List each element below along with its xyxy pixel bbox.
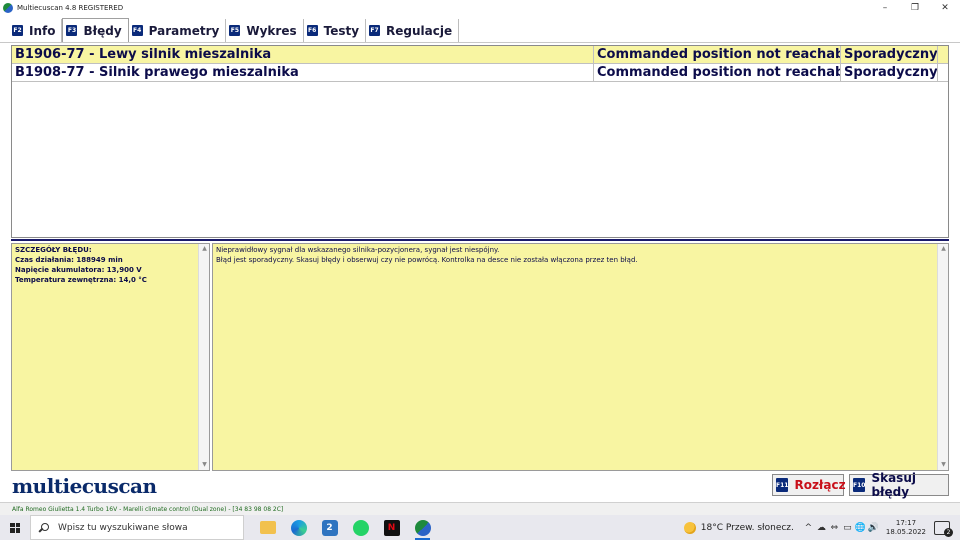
tab-tests[interactable]: F6 Testy: [303, 19, 367, 42]
multiecuscan-app-icon: [3, 3, 13, 13]
taskbar-search[interactable]: Wpisz tu wyszukiwane słowa: [30, 515, 244, 540]
fault-description: Commanded position not reachable: [594, 64, 841, 81]
file-explorer-icon: [259, 521, 276, 534]
detail-outside-temperature: Temperatura zewnętrzna: 14,0 °C: [15, 276, 147, 284]
search-icon: [39, 522, 49, 533]
explanation-line: Błąd jest sporadyczny. Skasuj błędy i ob…: [216, 256, 638, 264]
clock[interactable]: 17:17 18.05.2022: [886, 519, 926, 537]
taskbar-multiecuscan[interactable]: [407, 515, 438, 540]
f3-key-icon: F3: [66, 25, 78, 36]
restore-button[interactable]: ❐: [900, 0, 930, 16]
title-bar: Multiecuscan 4.8 REGISTERED – ❐ ✕: [0, 0, 960, 16]
scroll-up-icon[interactable]: ▲: [199, 244, 210, 254]
scroll-down-icon[interactable]: ▼: [199, 460, 210, 470]
taskbar-app[interactable]: 2: [314, 515, 345, 540]
tab-adjustments[interactable]: F7 Regulacje: [366, 19, 460, 42]
fault-list: B1906-77 - Lewy silnik mieszalnika Comma…: [11, 45, 949, 238]
cloud-icon[interactable]: ☁: [815, 523, 828, 533]
f4-key-icon: F4: [131, 25, 143, 36]
start-button[interactable]: [0, 515, 30, 540]
tab-label: Regulacje: [386, 23, 453, 38]
panel-divider: [11, 239, 949, 241]
fault-type: Sporadyczny: [841, 64, 938, 81]
tray-overflow-icon[interactable]: ^: [802, 523, 815, 533]
fault-code: B1906-77 - Lewy silnik mieszalnika: [12, 46, 594, 63]
detail-battery-voltage: Napięcie akumulatora: 13,900 V: [15, 266, 142, 274]
vehicle-status: Alfa Romeo Giulietta 1.4 Turbo 16V - Mar…: [12, 505, 284, 513]
windows-icon: [10, 522, 20, 533]
explanation-line: Nieprawidłowy sygnał dla wskazanego siln…: [216, 246, 500, 254]
whatsapp-icon: [352, 519, 369, 536]
clear-faults-label: Skasuj błędy: [871, 471, 916, 499]
scroll-down-icon[interactable]: ▼: [938, 460, 949, 470]
app-icon: 2: [321, 519, 338, 536]
multiecuscan-icon: [414, 519, 431, 536]
window-controls: – ❐ ✕: [870, 0, 960, 16]
weather-sun-icon[interactable]: [683, 521, 696, 534]
edge-icon: [290, 519, 307, 536]
f6-key-icon: F6: [306, 25, 318, 36]
tab-bar: F2 Info F3 Błędy F4 Parametry F5 Wykres …: [0, 18, 960, 43]
details-heading: SZCZEGÓŁY BŁĘDU:: [15, 246, 92, 254]
fault-row[interactable]: B1908-77 - Silnik prawego mieszalnika Co…: [12, 64, 948, 82]
fault-type: Sporadyczny: [841, 46, 938, 63]
tab-label: Info: [29, 23, 56, 38]
tab-parameters[interactable]: F4 Parametry: [128, 19, 227, 42]
notification-count: 2: [944, 527, 953, 537]
disconnect-label: Rozłącz: [794, 478, 846, 492]
details-scrollbar[interactable]: ▲ ▼: [198, 244, 209, 470]
clock-time: 17:17: [895, 518, 917, 527]
clear-faults-button[interactable]: F10 Skasuj błędy: [849, 471, 949, 499]
window-title: Multiecuscan 4.8 REGISTERED: [17, 4, 124, 12]
speaker-icon[interactable]: 🔊: [867, 523, 880, 533]
taskbar: Wpisz tu wyszukiwane słowa 2 N 18°C Prze…: [0, 515, 960, 540]
weather-text[interactable]: 18°C Przew. słonecz.: [701, 523, 794, 533]
search-placeholder: Wpisz tu wyszukiwane słowa: [58, 522, 188, 533]
multiecuscan-logo: multiecuscan: [12, 474, 157, 498]
status-bar: Alfa Romeo Giulietta 1.4 Turbo 16V - Mar…: [0, 502, 960, 515]
clock-date: 18.05.2022: [885, 527, 926, 536]
notification-center-icon[interactable]: 2: [934, 520, 953, 537]
taskbar-edge[interactable]: [283, 515, 314, 540]
detail-operating-time: Czas działania: 188949 min: [15, 256, 123, 264]
taskbar-whatsapp[interactable]: [345, 515, 376, 540]
tab-info[interactable]: F2 Info: [9, 19, 63, 42]
minimize-button[interactable]: –: [870, 0, 900, 16]
fault-row[interactable]: B1906-77 - Lewy silnik mieszalnika Comma…: [12, 46, 948, 64]
tab-label: Testy: [323, 23, 360, 38]
f10-key-icon: F10: [853, 478, 866, 492]
fault-description: Commanded position not reachable: [594, 46, 841, 63]
system-tray: 18°C Przew. słonecz. ^ ☁ ⇔ ▭ 🌐 🔊 17:17 1…: [683, 515, 960, 540]
tab-label: Błędy: [83, 23, 122, 38]
fault-details-panel: SZCZEGÓŁY BŁĘDU: Czas działania: 188949 …: [11, 243, 210, 471]
f7-key-icon: F7: [369, 25, 381, 36]
explanation-scrollbar[interactable]: ▲ ▼: [937, 244, 948, 470]
network-share-icon[interactable]: ⇔: [828, 523, 841, 533]
tab-chart[interactable]: F5 Wykres: [226, 19, 304, 42]
fault-explanation-panel: Nieprawidłowy sygnał dla wskazanego siln…: [212, 243, 949, 471]
taskbar-file-explorer[interactable]: [252, 515, 283, 540]
scroll-up-icon[interactable]: ▲: [938, 244, 949, 254]
tab-errors[interactable]: F3 Błędy: [62, 18, 129, 42]
f5-key-icon: F5: [229, 25, 241, 36]
battery-icon[interactable]: ▭: [841, 523, 854, 533]
tab-label: Wykres: [246, 23, 297, 38]
globe-icon[interactable]: 🌐: [854, 523, 867, 533]
f11-key-icon: F11: [776, 478, 789, 492]
taskbar-netflix[interactable]: N: [376, 515, 407, 540]
disconnect-button[interactable]: F11 Rozłącz: [772, 474, 846, 496]
netflix-icon: N: [383, 519, 400, 536]
close-button[interactable]: ✕: [930, 0, 960, 16]
tab-label: Parametry: [148, 23, 220, 38]
taskbar-apps: 2 N: [252, 515, 438, 540]
fault-code: B1908-77 - Silnik prawego mieszalnika: [12, 64, 594, 81]
f2-key-icon: F2: [12, 25, 23, 36]
